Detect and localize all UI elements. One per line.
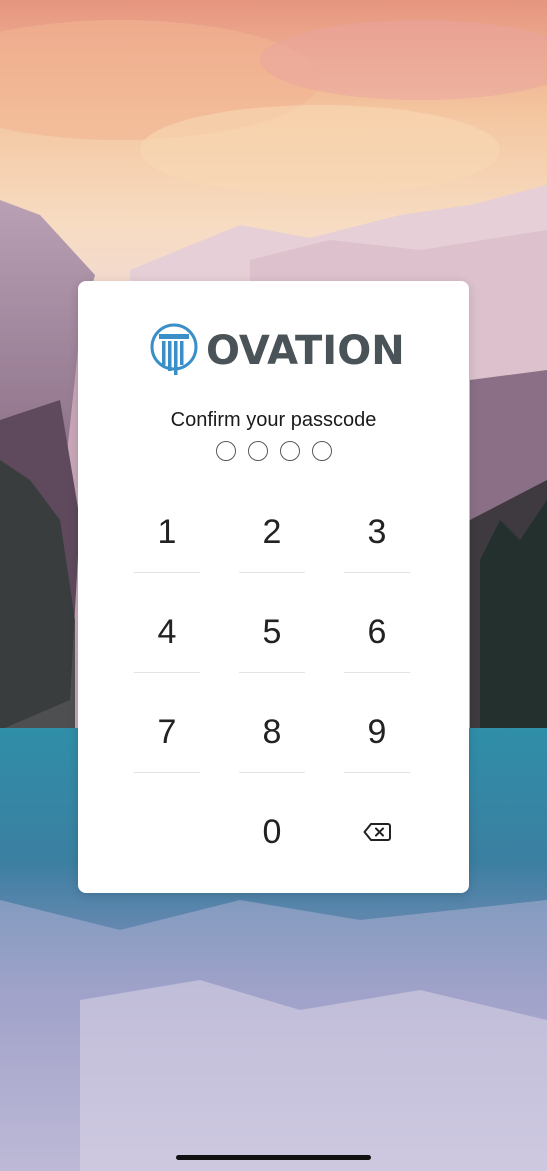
key-label: 1 xyxy=(157,512,177,551)
key-divider xyxy=(344,772,410,773)
passcode-card: OVATION Confirm your passcode 1 2 3 4 5 … xyxy=(78,281,469,893)
delete-button[interactable] xyxy=(344,791,410,873)
key-divider xyxy=(239,572,305,573)
key-divider xyxy=(134,672,200,673)
key-3[interactable]: 3 xyxy=(344,491,410,573)
key-label: 9 xyxy=(367,712,387,751)
key-4[interactable]: 4 xyxy=(134,591,200,673)
key-0[interactable]: 0 xyxy=(239,791,305,873)
key-label: 2 xyxy=(262,512,282,551)
key-label: 5 xyxy=(262,612,282,651)
key-7[interactable]: 7 xyxy=(134,691,200,773)
key-label: 7 xyxy=(157,712,177,751)
key-divider xyxy=(239,772,305,773)
key-divider xyxy=(239,672,305,673)
key-8[interactable]: 8 xyxy=(239,691,305,773)
column-logo-icon xyxy=(150,323,198,375)
passcode-dots xyxy=(78,441,469,461)
key-label: 4 xyxy=(157,612,177,651)
ovation-logo: OVATION xyxy=(150,321,410,381)
key-divider xyxy=(344,572,410,573)
key-divider xyxy=(134,772,200,773)
passcode-prompt: Confirm your passcode xyxy=(170,409,377,431)
passcode-dot xyxy=(215,441,236,461)
key-label: 6 xyxy=(367,612,387,651)
passcode-dot xyxy=(279,441,300,461)
key-divider xyxy=(344,672,410,673)
key-label: 8 xyxy=(262,712,282,751)
brand-name: OVATION xyxy=(206,328,405,374)
key-5[interactable]: 5 xyxy=(239,591,305,673)
home-indicator[interactable] xyxy=(176,1155,371,1160)
passcode-dot xyxy=(311,441,332,461)
key-label: 3 xyxy=(367,512,387,551)
key-2[interactable]: 2 xyxy=(239,491,305,573)
key-6[interactable]: 6 xyxy=(344,591,410,673)
key-divider xyxy=(134,572,200,573)
key-label: 0 xyxy=(262,812,282,851)
key-1[interactable]: 1 xyxy=(134,491,200,573)
backspace-icon xyxy=(363,823,391,841)
passcode-dot xyxy=(247,441,268,461)
key-9[interactable]: 9 xyxy=(344,691,410,773)
passcode-screen: OVATION Confirm your passcode 1 2 3 4 5 … xyxy=(0,0,547,1171)
